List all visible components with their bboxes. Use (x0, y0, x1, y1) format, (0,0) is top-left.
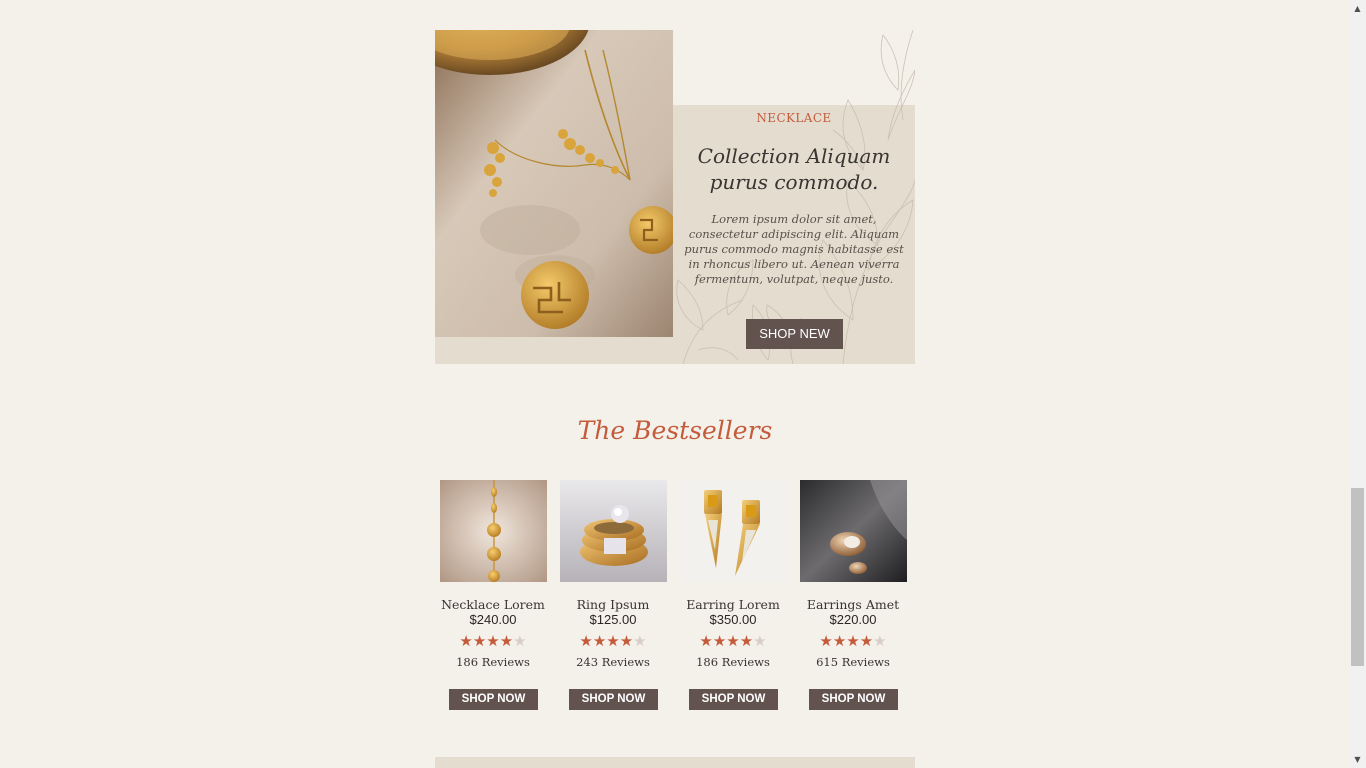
product-reviews[interactable]: 186 Reviews (433, 655, 553, 669)
hero-description: Lorem ipsum dolor sit amet, consectetur … (684, 212, 904, 286)
product-reviews[interactable]: 615 Reviews (793, 655, 913, 669)
star-filled-icon: ★ (726, 632, 740, 650)
hero-title: Collection Aliquam purus commodo. (697, 144, 891, 194)
shop-now-button[interactable]: SHOP NOW (449, 689, 538, 710)
email-page: NECKLACE Collection Aliquam purus commod… (0, 0, 1366, 768)
shop-new-button[interactable]: SHOP NEW (746, 319, 843, 349)
scroll-up-arrow-icon[interactable]: ▲ (1349, 0, 1366, 17)
scrollbar-thumb[interactable] (1351, 488, 1364, 666)
star-filled-icon: ★ (846, 632, 860, 650)
star-filled-icon: ★ (619, 632, 634, 650)
product-price: $350.00 (709, 612, 757, 627)
hero-banner: NECKLACE Collection Aliquam purus commod… (435, 30, 915, 364)
star-filled-icon: ★ (486, 632, 500, 650)
product-reviews[interactable]: 243 Reviews (553, 655, 673, 669)
star-filled-icon: ★ (499, 632, 514, 650)
star-empty-icon: ★ (633, 632, 647, 650)
product-card: Necklace Lorem $240.00 ★★★★★ 186 Reviews… (433, 480, 553, 720)
product-name[interactable]: Earring Lorem (673, 597, 793, 612)
bestsellers-heading: The Bestsellers (577, 416, 773, 445)
star-empty-icon: ★ (513, 632, 527, 650)
star-filled-icon: ★ (712, 632, 727, 650)
star-filled-icon: ★ (859, 632, 874, 650)
hero-category-label: NECKLACE (756, 111, 832, 125)
star-filled-icon: ★ (819, 632, 833, 650)
product-card: Earrings Amet $220.00 ★★★★★ 615 Reviews … (793, 480, 913, 720)
shop-now-button[interactable]: SHOP NOW (689, 689, 778, 710)
star-filled-icon: ★ (579, 632, 593, 650)
vertical-scrollbar[interactable]: ▲ ▼ (1349, 0, 1366, 768)
star-empty-icon: ★ (873, 632, 887, 650)
star-filled-icon: ★ (592, 632, 607, 650)
product-reviews[interactable]: 186 Reviews (673, 655, 793, 669)
scroll-down-arrow-icon[interactable]: ▼ (1349, 751, 1366, 768)
product-name[interactable]: Necklace Lorem (433, 597, 553, 612)
bestsellers-grid: Necklace Lorem $240.00 ★★★★★ 186 Reviews… (433, 480, 913, 720)
product-card: Earring Lorem $350.00 ★★★★★ 186 Reviews … (673, 480, 793, 720)
next-section-band (435, 757, 915, 768)
product-name[interactable]: Earrings Amet (793, 597, 913, 612)
star-filled-icon: ★ (472, 632, 487, 650)
necklace-product-image[interactable] (440, 480, 547, 582)
star-filled-icon: ★ (739, 632, 754, 650)
star-filled-icon: ★ (699, 632, 713, 650)
product-price: $220.00 (829, 612, 877, 627)
product-name[interactable]: Ring Ipsum (553, 597, 673, 612)
earring-product-image[interactable] (680, 480, 787, 582)
product-price: $240.00 (469, 612, 517, 627)
star-rating: ★★★★★ (553, 632, 673, 650)
earrings-product-image[interactable] (800, 480, 907, 582)
star-empty-icon: ★ (753, 632, 767, 650)
shop-now-button[interactable]: SHOP NOW (809, 689, 898, 710)
star-rating: ★★★★★ (673, 632, 793, 650)
shop-now-button[interactable]: SHOP NOW (569, 689, 658, 710)
product-card: Ring Ipsum $125.00 ★★★★★ 243 Reviews SHO… (553, 480, 673, 720)
star-rating: ★★★★★ (433, 632, 553, 650)
star-filled-icon: ★ (832, 632, 847, 650)
star-rating: ★★★★★ (793, 632, 913, 650)
ring-product-image[interactable] (560, 480, 667, 582)
necklace-collection-photo (435, 30, 673, 337)
star-filled-icon: ★ (459, 632, 473, 650)
hero-text-block: NECKLACE Collection Aliquam purus commod… (673, 105, 915, 364)
product-price: $125.00 (589, 612, 637, 627)
star-filled-icon: ★ (606, 632, 620, 650)
